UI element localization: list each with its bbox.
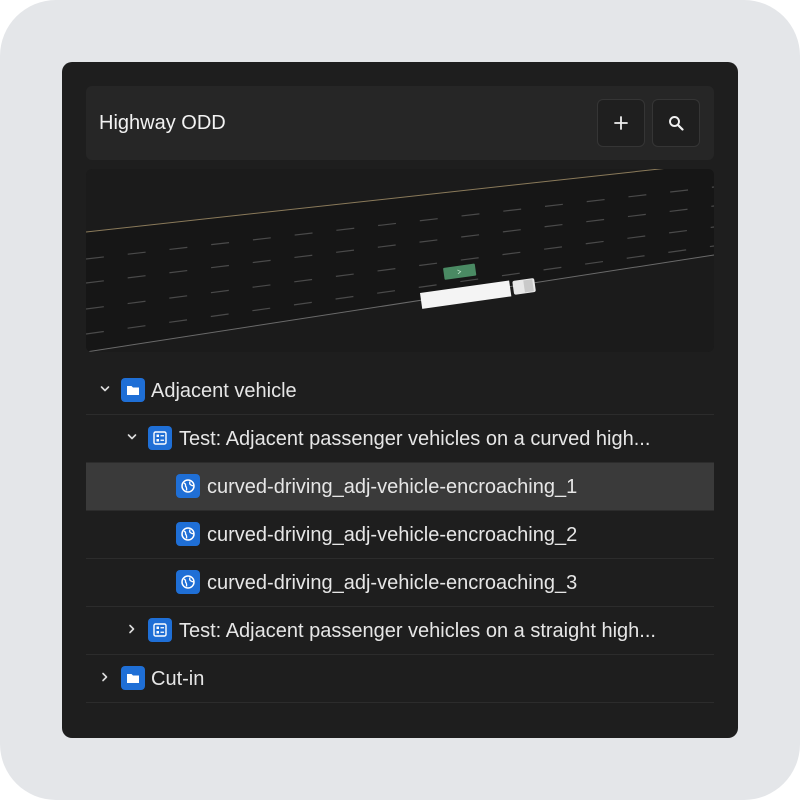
- search-icon: [669, 116, 684, 131]
- tree-scenario-1[interactable]: curved-driving_adj-vehicle-encroaching_1: [86, 463, 714, 511]
- scenario-tree: Adjacent vehicle Test: Adjacent passenge…: [86, 367, 714, 703]
- tree-group-cut-in[interactable]: Cut-in: [86, 655, 714, 703]
- plus-icon: [614, 116, 628, 130]
- tree-test-straight[interactable]: Test: Adjacent passenger vehicles on a s…: [86, 607, 714, 655]
- tree-item-label: curved-driving_adj-vehicle-encroaching_2: [207, 524, 578, 546]
- chevron-down-icon[interactable]: [98, 382, 112, 396]
- test-list-icon: [148, 618, 172, 642]
- globe-icon: [176, 474, 200, 498]
- chevron-down-icon[interactable]: [125, 430, 139, 444]
- tree-scenario-3[interactable]: curved-driving_adj-vehicle-encroaching_3: [86, 559, 714, 607]
- tree-item-label: Adjacent vehicle: [151, 380, 297, 402]
- globe-icon: [176, 570, 200, 594]
- tree-group-adjacent-vehicle[interactable]: Adjacent vehicle: [86, 367, 714, 415]
- tree-item-label: Test: Adjacent passenger vehicles on a s…: [179, 620, 656, 642]
- scenario-panel: Highway ODD Adjacent vehicle Test: Adjac…: [62, 62, 738, 738]
- globe-icon: [176, 522, 200, 546]
- tree-item-label: curved-driving_adj-vehicle-encroaching_3: [207, 572, 578, 594]
- add-button[interactable]: [597, 99, 645, 147]
- folder-icon: [121, 666, 145, 690]
- tree-item-label: curved-driving_adj-vehicle-encroaching_1: [207, 476, 578, 498]
- tree-item-label: Test: Adjacent passenger vehicles on a c…: [179, 428, 651, 450]
- panel-header: Highway ODD: [86, 86, 714, 160]
- search-button[interactable]: [652, 99, 700, 147]
- chevron-right-icon[interactable]: [98, 670, 112, 684]
- road-scene: [86, 169, 714, 352]
- tree-scenario-2[interactable]: curved-driving_adj-vehicle-encroaching_2: [86, 511, 714, 559]
- folder-icon: [121, 378, 145, 402]
- test-list-icon: [148, 426, 172, 450]
- window-frame: Highway ODD Adjacent vehicle Test: Adjac…: [0, 0, 800, 800]
- tree-test-curved[interactable]: Test: Adjacent passenger vehicles on a c…: [86, 415, 714, 463]
- chevron-right-icon[interactable]: [125, 622, 139, 636]
- panel-title: Highway ODD: [99, 112, 226, 134]
- scenario-preview[interactable]: [86, 169, 714, 352]
- tree-item-label: Cut-in: [151, 668, 205, 690]
